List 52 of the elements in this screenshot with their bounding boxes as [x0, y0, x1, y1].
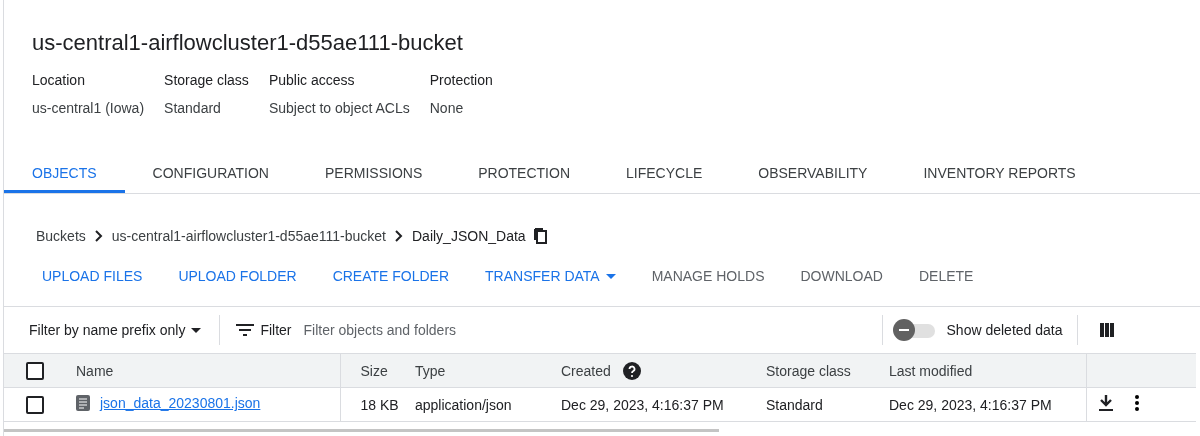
detail-value: None	[429, 100, 465, 116]
table-cell: 18 KB	[360, 396, 399, 413]
caret-icon	[605, 273, 616, 279]
file-icon	[76, 395, 90, 411]
action-button[interactable]: CREATE FOLDER	[314, 262, 468, 290]
tab[interactable]: OBJECTS	[4, 156, 125, 193]
more-icon[interactable]	[1134, 395, 1139, 411]
filter-icon	[236, 324, 255, 336]
breadcrumb-item[interactable]: Buckets	[36, 228, 86, 244]
caret-icon	[191, 327, 202, 333]
breadcrumb-item[interactable]: us-central1-airflowcluster1-d55ae111-bucket	[111, 228, 386, 244]
help-icon[interactable]	[622, 361, 641, 380]
bucket-title: us-central1-airflowcluster1-d55ae111-bucket	[31, 29, 464, 56]
toggle-label: Show deleted data	[946, 322, 1063, 338]
chevron-icon	[93, 230, 104, 242]
tab[interactable]: CONFIGURATION	[124, 156, 297, 193]
download-icon[interactable]	[1098, 395, 1113, 411]
action-button[interactable]: UPLOAD FOLDER	[160, 262, 315, 290]
column-header: Type	[415, 362, 446, 379]
detail-value: us-central1 (Iowa)	[32, 100, 145, 116]
tab[interactable]: PROTECTION	[450, 156, 598, 193]
detail-value: Subject to object ACLs	[268, 100, 410, 116]
column-header: Size	[360, 362, 388, 379]
select-all-checkbox[interactable]	[26, 361, 44, 380]
columns-icon[interactable]	[1099, 323, 1114, 337]
table-cell: Dec 29, 2023, 4:16:37 PM	[889, 396, 1052, 413]
filter-mode-dropdown[interactable]: Filter by name prefix only	[29, 322, 202, 338]
tab[interactable]: LIFECYCLE	[598, 156, 731, 193]
tab[interactable]: PERMISSIONS	[297, 156, 451, 193]
detail-label: Location	[32, 72, 86, 88]
detail-label: Storage class	[164, 72, 249, 88]
show-deleted-toggle[interactable]	[892, 319, 937, 341]
action-button[interactable]: UPLOAD FILES	[24, 262, 161, 290]
column-header: Name	[76, 362, 114, 379]
filter-button[interactable]: Filter	[236, 322, 292, 338]
copy-icon[interactable]	[533, 228, 548, 244]
tab[interactable]: INVENTORY REPORTS	[895, 156, 1104, 193]
table-cell: application/json	[415, 396, 512, 413]
column-header: Created	[561, 362, 611, 379]
column-header: Storage class	[766, 362, 851, 379]
detail-value: Standard	[164, 100, 222, 116]
file-link[interactable]: json_data_20230801.json	[100, 395, 261, 411]
row-checkbox[interactable]	[26, 395, 44, 414]
action-button[interactable]: TRANSFER DATA	[467, 262, 634, 290]
table-cell: Dec 29, 2023, 4:16:37 PM	[561, 396, 724, 413]
detail-label: Public access	[268, 72, 356, 88]
tab[interactable]: OBSERVABILITY	[730, 156, 896, 193]
detail-label: Protection	[429, 72, 493, 88]
column-header: Last modified	[889, 362, 973, 379]
table-cell: Standard	[766, 396, 823, 413]
chevron-icon	[394, 230, 404, 242]
breadcrumb-item: Daily_JSON_Data	[412, 228, 526, 244]
